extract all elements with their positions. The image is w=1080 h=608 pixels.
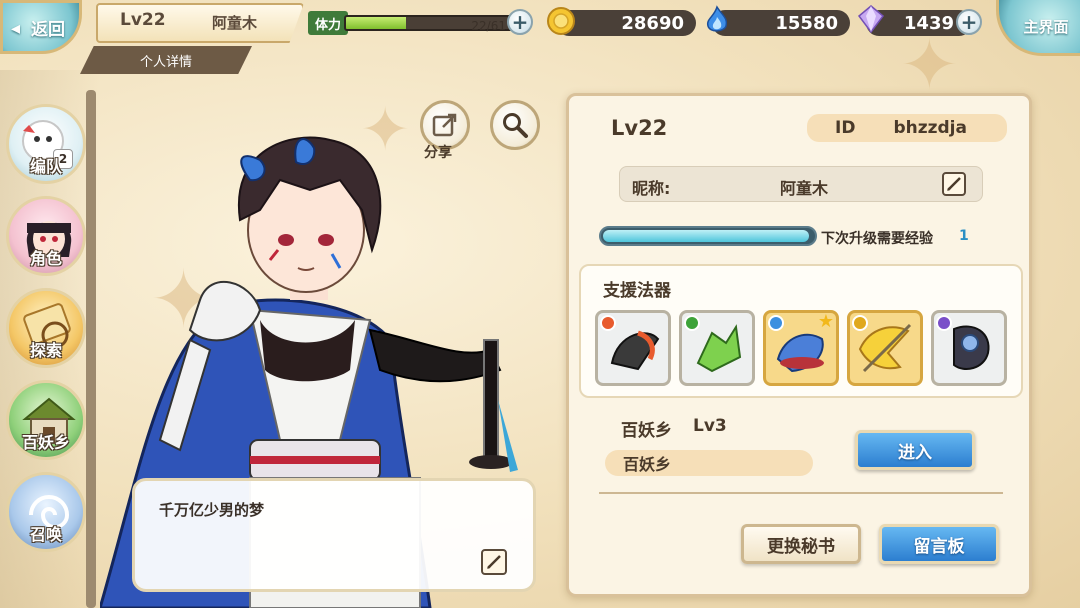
experience-bar	[599, 226, 817, 246]
crystal-icon	[857, 5, 885, 34]
change-secretary-button[interactable]: 更换秘书	[741, 524, 861, 564]
water-element-icon	[768, 315, 784, 331]
artifact-slot[interactable]	[595, 310, 671, 386]
back-label: 返回	[31, 19, 65, 40]
back-arrow-icon: ◂	[11, 18, 21, 39]
change-secretary-label: 更换秘书	[767, 536, 835, 557]
tab-label: 个人详情	[139, 54, 192, 70]
enter-village-button[interactable]: 进入	[855, 430, 975, 470]
support-artifacts-section: 支援法器 ★	[579, 264, 1023, 398]
artifact-slot[interactable]: ★	[763, 310, 839, 386]
player-name: 阿童木	[212, 14, 258, 32]
player-level: Lv22	[120, 10, 166, 30]
top-bar: ◂ 返回 Lv22 阿童木 个人详情 体力 22/61 + 28690 1558…	[0, 0, 1080, 74]
star-icon: ★	[817, 311, 834, 332]
profile-level: Lv22	[611, 116, 668, 140]
magnifier-icon	[503, 113, 528, 138]
wind-element-icon	[684, 315, 700, 331]
nickname-label: 昵称:	[632, 179, 671, 198]
nav-summon-button[interactable]: 召唤	[6, 472, 86, 552]
stamina-label: 体力	[308, 11, 348, 35]
stamina-value: 22/61	[471, 19, 506, 33]
player-id-pill: ID bhzzdja	[807, 114, 1007, 142]
signature-text: 千万亿少男的梦	[159, 501, 265, 519]
back-button[interactable]: ◂ 返回	[0, 0, 82, 54]
add-stamina-button[interactable]: +	[507, 9, 533, 35]
nickname-value: 阿童木	[780, 179, 829, 198]
share-icon	[432, 113, 457, 137]
support-artifacts-title: 支援法器	[603, 281, 671, 301]
soul-fire-counter: 15580	[712, 10, 850, 36]
edit-nickname-button[interactable]	[942, 172, 966, 196]
crystal-value: 1439	[903, 12, 954, 34]
nav-label: 探索	[29, 341, 62, 360]
zoom-button[interactable]	[490, 100, 540, 150]
message-board-label: 留言板	[913, 536, 965, 557]
experience-bar-fill	[603, 230, 809, 242]
nav-label: 百妖乡	[21, 433, 70, 452]
fire-element-icon	[600, 315, 616, 331]
hundred-demons-village-title: 百妖乡	[621, 421, 672, 441]
home-button[interactable]: 主界面	[996, 0, 1080, 56]
profile-panel: Lv22 ID bhzzdja 昵称: 阿童木 下次升级需要经验 1 支援法器	[566, 93, 1032, 597]
pencil-icon	[487, 555, 501, 569]
blue-flame-icon	[706, 5, 728, 32]
enter-label: 进入	[898, 442, 932, 463]
village-name-pill: 百妖乡	[605, 450, 813, 476]
game-screen: ✦ ✦ ✦ ◂ 返回 Lv22 阿童木 个人详情 体力 22/61 + 2869…	[0, 0, 1080, 608]
home-label: 主界面	[1023, 17, 1069, 36]
nav-label: 角色	[29, 249, 62, 268]
nav-explore-button[interactable]: 探索	[6, 288, 86, 368]
gold-counter: 28690	[556, 10, 696, 36]
gold-coin-icon	[547, 7, 575, 35]
experience-value: 1	[959, 228, 969, 244]
share-label: 分享	[424, 145, 452, 161]
nav-label: 召唤	[29, 525, 62, 544]
panel-divider	[599, 492, 1003, 494]
soul-fire-value: 15580	[775, 12, 838, 34]
nav-hundred-demons-button[interactable]: 百妖乡	[6, 380, 86, 460]
stamina-meter: 体力 22/61	[308, 9, 534, 37]
light-element-icon	[852, 315, 868, 331]
artifact-slot[interactable]	[679, 310, 755, 386]
hundred-demons-village-level: Lv3	[693, 416, 727, 436]
experience-label: 下次升级需要经验	[821, 231, 933, 247]
message-board-button[interactable]: 留言板	[879, 524, 999, 564]
signature-speech-bubble: 千万亿少男的梦	[132, 478, 536, 592]
nav-formation-button[interactable]: 2 编队	[6, 104, 86, 184]
nav-label: 编队	[29, 157, 62, 176]
rail-frame	[86, 90, 96, 608]
pencil-icon	[947, 177, 961, 191]
add-crystal-button[interactable]: +	[956, 9, 982, 35]
edit-signature-button[interactable]	[481, 549, 507, 575]
artifact-slot[interactable]	[931, 310, 1007, 386]
id-value: bhzzdja	[893, 118, 967, 138]
dark-element-icon	[936, 315, 952, 331]
nav-character-button[interactable]: 角色	[6, 196, 86, 276]
artifact-slot[interactable]	[847, 310, 923, 386]
nickname-field: 昵称: 阿童木	[619, 166, 983, 202]
id-label: ID	[835, 118, 856, 138]
stamina-bar-fill	[346, 17, 407, 29]
gold-value: 28690	[621, 12, 684, 34]
tab-personal-details[interactable]: 个人详情	[80, 46, 252, 74]
village-name: 百妖乡	[623, 455, 672, 474]
